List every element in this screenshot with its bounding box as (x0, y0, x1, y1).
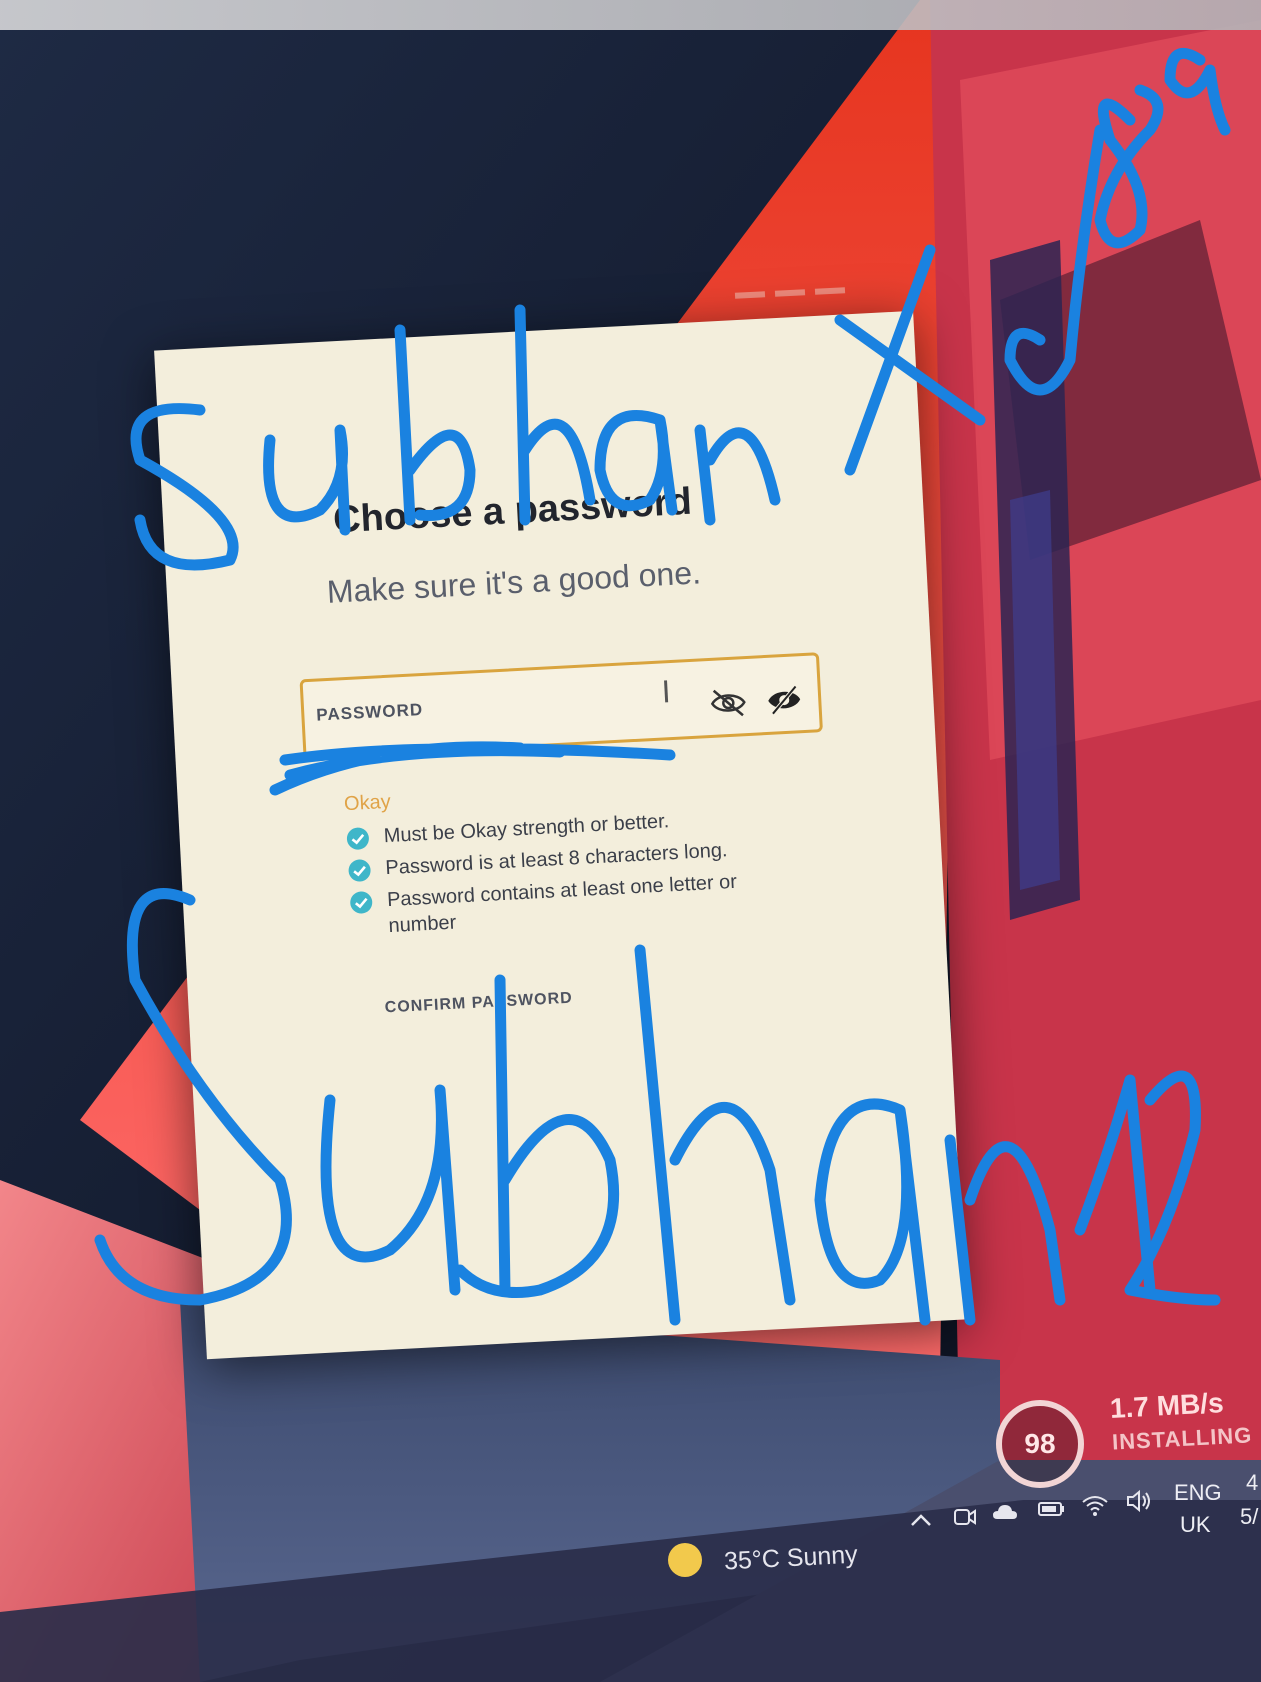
battery-icon[interactable] (1036, 1494, 1066, 1524)
eye-slash-icon[interactable] (707, 685, 749, 721)
eye-slash-filled-icon[interactable] (763, 682, 805, 718)
install-progress-ring[interactable]: 98 (996, 1400, 1084, 1488)
speaker-icon[interactable] (1124, 1486, 1154, 1516)
clock-time[interactable]: 4 (1246, 1470, 1258, 1496)
sun-icon[interactable] (668, 1543, 702, 1577)
clock-date[interactable]: 5/ (1240, 1504, 1258, 1530)
password-label: PASSWORD (315, 700, 424, 725)
input-language-region[interactable]: UK (1180, 1512, 1211, 1538)
window-top-strip (0, 0, 1261, 30)
check-circle-icon (345, 826, 370, 851)
dialog-title: Choose a password (332, 480, 693, 542)
taskbar: 35°C Sunny ENG UK 4 5/ (0, 1470, 1261, 1682)
check-circle-icon (349, 890, 374, 915)
password-dialog: Choose a password Make sure it's a good … (154, 310, 966, 1360)
text-cursor-icon: Ⅰ (660, 675, 672, 711)
chevron-up-icon[interactable] (906, 1506, 936, 1536)
dialog-subtitle: Make sure it's a good one. (326, 554, 702, 610)
taskbar-background (0, 1500, 1261, 1682)
strength-label: Okay (343, 790, 392, 816)
confirm-password-label: CONFIRM PASSWORD (384, 989, 574, 1017)
input-language[interactable]: ENG (1174, 1480, 1222, 1506)
install-progress-number: 98 (1024, 1428, 1056, 1459)
requirements-list: Must be Okay strength or better. Passwor… (345, 801, 811, 947)
download-speed: 1.7 MB/s (1109, 1387, 1225, 1424)
wifi-icon[interactable] (1080, 1490, 1110, 1520)
check-circle-icon (347, 858, 372, 883)
cloud-icon[interactable] (990, 1498, 1020, 1528)
meet-icon[interactable] (950, 1502, 980, 1532)
password-field[interactable]: PASSWORD Ⅰ (299, 652, 823, 760)
